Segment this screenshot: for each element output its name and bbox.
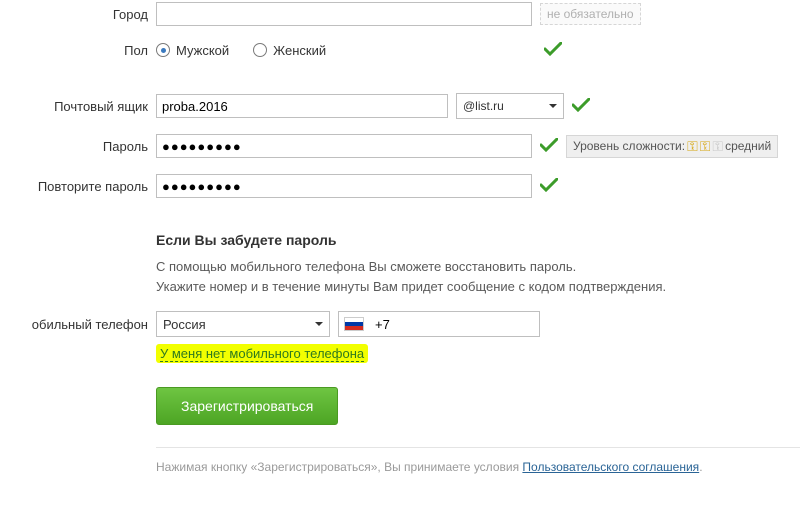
mailbox-label: Почтовый ящик — [0, 99, 156, 114]
strength-level: средний — [725, 139, 771, 153]
tos-line: Нажимая кнопку «Зарегистрироваться», Вы … — [156, 447, 800, 474]
password-strength-badge: Уровень сложности: ⚿ ⚿ ⚿ средний — [566, 135, 778, 158]
password-repeat-input[interactable] — [156, 174, 532, 198]
domain-select-value: @list.ru — [463, 99, 504, 113]
mobile-label: обильный телефон — [0, 317, 156, 332]
recovery-title: Если Вы забудете пароль — [156, 232, 800, 248]
no-phone-link[interactable]: У меня нет мобильного телефона — [160, 346, 364, 362]
radio-icon — [253, 43, 267, 57]
mailbox-input[interactable] — [156, 94, 448, 118]
register-button[interactable]: Зарегистрироваться — [156, 387, 338, 425]
recovery-text-1: С помощью мобильного телефона Вы сможете… — [156, 258, 800, 276]
key-icon: ⚿ — [712, 138, 723, 155]
password-label: Пароль — [0, 139, 156, 154]
key-icon: ⚿ — [700, 138, 711, 155]
gender-male-radio[interactable]: Мужской — [156, 43, 229, 58]
gender-female-text: Женский — [273, 43, 326, 58]
tos-link[interactable]: Пользовательского соглашения — [522, 460, 699, 474]
recovery-text-2: Укажите номер и в течение минуты Вам при… — [156, 278, 800, 296]
city-input[interactable] — [156, 2, 532, 26]
check-icon — [572, 96, 590, 116]
country-select[interactable]: Россия — [156, 311, 330, 337]
gender-label: Пол — [0, 43, 156, 58]
no-phone-highlight: У меня нет мобильного телефона — [156, 344, 368, 363]
phone-input-wrap[interactable] — [338, 311, 540, 337]
optional-hint: не обязательно — [540, 3, 641, 25]
check-icon — [544, 40, 562, 60]
domain-select[interactable]: @list.ru — [456, 93, 564, 119]
gender-male-text: Мужской — [176, 43, 229, 58]
flag-ru-icon — [344, 317, 364, 331]
strength-label: Уровень сложности: — [573, 139, 685, 153]
country-select-value: Россия — [163, 317, 206, 332]
radio-icon — [156, 43, 170, 57]
tos-pre: Нажимая кнопку «Зарегистрироваться», Вы … — [156, 460, 522, 474]
password-repeat-label: Повторите пароль — [0, 179, 156, 194]
tos-post: . — [699, 460, 702, 474]
check-icon — [540, 176, 558, 196]
password-input[interactable] — [156, 134, 532, 158]
gender-female-radio[interactable]: Женский — [253, 43, 326, 58]
city-label: Город — [0, 7, 156, 22]
phone-input[interactable] — [370, 314, 534, 334]
check-icon — [540, 136, 558, 156]
key-icon: ⚿ — [687, 138, 698, 155]
